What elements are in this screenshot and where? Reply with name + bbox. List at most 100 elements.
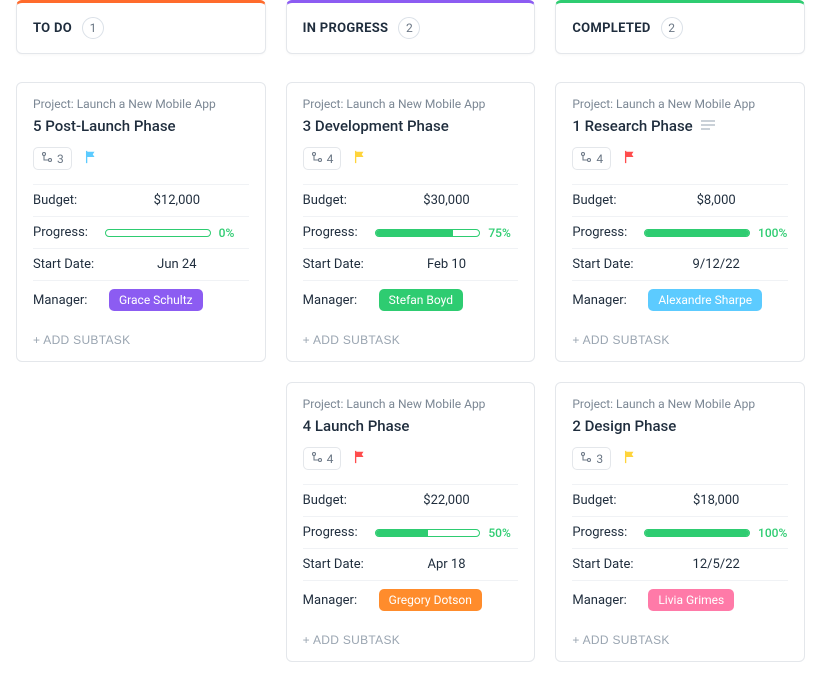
task-title-row: 5 Post-Launch Phase bbox=[33, 117, 249, 135]
progress-row: Progress: 0% bbox=[33, 216, 249, 248]
meta-row: 4 bbox=[303, 447, 519, 470]
progress-pct: 100% bbox=[758, 226, 788, 240]
meta-row: 3 bbox=[572, 447, 788, 470]
budget-row: Budget:$8,000 bbox=[572, 184, 788, 216]
column-header[interactable]: IN PROGRESS2 bbox=[286, 0, 536, 54]
start-date-value[interactable]: Jun 24 bbox=[105, 257, 249, 272]
budget-label: Budget: bbox=[572, 493, 644, 508]
meta-row: 4 bbox=[572, 147, 788, 170]
progress-fill bbox=[645, 230, 749, 236]
subtask-icon bbox=[311, 151, 323, 166]
column-header[interactable]: TO DO1 bbox=[16, 0, 266, 54]
column-count: 2 bbox=[661, 17, 683, 39]
subtask-count[interactable]: 4 bbox=[572, 147, 611, 170]
subtask-count[interactable]: 4 bbox=[303, 147, 342, 170]
progress-wrap: 0% bbox=[105, 226, 249, 240]
start-date-value[interactable]: Feb 10 bbox=[375, 257, 519, 272]
start-date-label: Start Date: bbox=[303, 257, 375, 272]
task-title: 2 Design Phase bbox=[572, 417, 676, 435]
column-inprogress: IN PROGRESS2 Project: Launch a New Mobile… bbox=[286, 0, 536, 682]
kanban-board: TO DO1Project: Launch a New Mobile App5 … bbox=[0, 0, 821, 682]
progress-bar[interactable] bbox=[105, 229, 211, 237]
start-date-label: Start Date: bbox=[303, 557, 375, 572]
manager-label: Manager: bbox=[33, 293, 105, 308]
add-subtask-button[interactable]: + ADD SUBTASK bbox=[572, 323, 788, 349]
budget-label: Budget: bbox=[303, 493, 375, 508]
budget-value[interactable]: $22,000 bbox=[375, 493, 519, 508]
subtask-icon bbox=[580, 151, 592, 166]
project-name: Project: Launch a New Mobile App bbox=[572, 397, 788, 411]
manager-value: Livia Grimes bbox=[644, 589, 788, 611]
task-card[interactable]: Project: Launch a New Mobile App 4 Launch… bbox=[286, 382, 536, 662]
start-date-value[interactable]: 12/5/22 bbox=[644, 557, 788, 572]
progress-label: Progress: bbox=[303, 525, 375, 540]
add-subtask-button[interactable]: + ADD SUBTASK bbox=[33, 323, 249, 349]
flag-icon bbox=[353, 449, 367, 468]
project-name: Project: Launch a New Mobile App bbox=[303, 397, 519, 411]
manager-tag[interactable]: Gregory Dotson bbox=[379, 589, 482, 611]
start-date-value[interactable]: 9/12/22 bbox=[644, 257, 788, 272]
subtask-count-value: 4 bbox=[327, 452, 334, 466]
manager-value: Alexandre Sharpe bbox=[644, 289, 788, 311]
budget-label: Budget: bbox=[572, 193, 644, 208]
subtask-count-value: 4 bbox=[596, 152, 603, 166]
manager-value: Grace Schultz bbox=[105, 289, 249, 311]
manager-tag[interactable]: Livia Grimes bbox=[648, 589, 734, 611]
task-title: 5 Post-Launch Phase bbox=[33, 117, 176, 135]
meta-row: 4 bbox=[303, 147, 519, 170]
add-subtask-button[interactable]: + ADD SUBTASK bbox=[303, 623, 519, 649]
start-date-value[interactable]: Apr 18 bbox=[375, 557, 519, 572]
meta-row: 3 bbox=[33, 147, 249, 170]
task-card[interactable]: Project: Launch a New Mobile App1 Resear… bbox=[555, 82, 805, 362]
budget-row: Budget:$22,000 bbox=[303, 484, 519, 516]
manager-tag[interactable]: Stefan Boyd bbox=[379, 289, 463, 311]
column-title: COMPLETED bbox=[572, 21, 650, 36]
start-date-label: Start Date: bbox=[33, 257, 105, 272]
task-card[interactable]: Project: Launch a New Mobile App3 Develo… bbox=[286, 82, 536, 362]
add-subtask-button[interactable]: + ADD SUBTASK bbox=[572, 623, 788, 649]
budget-label: Budget: bbox=[33, 193, 105, 208]
subtask-icon bbox=[41, 151, 53, 166]
start-date-label: Start Date: bbox=[572, 257, 644, 272]
progress-bar[interactable] bbox=[644, 229, 750, 237]
budget-value[interactable]: $8,000 bbox=[644, 193, 788, 208]
progress-pct: 50% bbox=[488, 526, 518, 540]
budget-value[interactable]: $18,000 bbox=[644, 493, 788, 508]
task-card[interactable]: Project: Launch a New Mobile App 2 Design… bbox=[555, 382, 805, 662]
budget-row: Budget:$18,000 bbox=[572, 484, 788, 516]
budget-value[interactable]: $30,000 bbox=[375, 193, 519, 208]
progress-label: Progress: bbox=[33, 225, 105, 240]
progress-bar[interactable] bbox=[375, 529, 481, 537]
subtask-count[interactable]: 3 bbox=[572, 447, 611, 470]
task-title-row: 4 Launch Phase bbox=[303, 417, 519, 435]
manager-tag[interactable]: Alexandre Sharpe bbox=[648, 289, 762, 311]
subtask-count[interactable]: 3 bbox=[33, 147, 72, 170]
progress-pct: 0% bbox=[219, 226, 249, 240]
manager-row: Manager:Stefan Boyd bbox=[303, 280, 519, 319]
progress-bar[interactable] bbox=[644, 529, 750, 537]
subtask-count[interactable]: 4 bbox=[303, 447, 342, 470]
manager-label: Manager: bbox=[303, 593, 375, 608]
manager-label: Manager: bbox=[572, 293, 644, 308]
progress-row: Progress:100% bbox=[572, 216, 788, 248]
subtask-count-value: 3 bbox=[57, 152, 64, 166]
progress-row: Progress:75% bbox=[303, 216, 519, 248]
task-title-row: 1 Research Phase bbox=[572, 117, 788, 135]
progress-fill bbox=[376, 230, 454, 236]
progress-bar[interactable] bbox=[375, 229, 481, 237]
progress-label: Progress: bbox=[572, 525, 644, 540]
add-subtask-button[interactable]: + ADD SUBTASK bbox=[303, 323, 519, 349]
manager-row: Manager: Alexandre Sharpe bbox=[572, 280, 788, 319]
budget-row: Budget:$30,000 bbox=[303, 184, 519, 216]
subtask-icon bbox=[311, 451, 323, 466]
task-card[interactable]: Project: Launch a New Mobile App5 Post-L… bbox=[16, 82, 266, 362]
task-title-row: 2 Design Phase bbox=[572, 417, 788, 435]
task-title: 3 Development Phase bbox=[303, 117, 449, 135]
column-header[interactable]: COMPLETED 2 bbox=[555, 0, 805, 54]
budget-value[interactable]: $12,000 bbox=[105, 193, 249, 208]
manager-row: Manager: Grace Schultz bbox=[33, 280, 249, 319]
flag-icon bbox=[84, 149, 98, 168]
column-count: 1 bbox=[82, 17, 104, 39]
manager-tag[interactable]: Grace Schultz bbox=[109, 289, 203, 311]
progress-wrap: 75% bbox=[375, 226, 519, 240]
